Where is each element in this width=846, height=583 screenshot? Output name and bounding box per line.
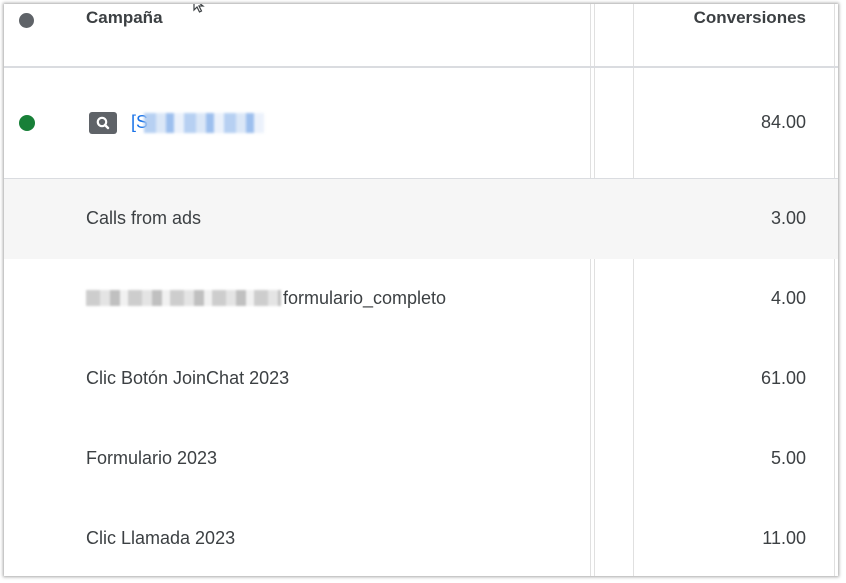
conversion-value: 61.00 (760, 368, 806, 388)
conversion-value: 11.00 (762, 528, 806, 548)
search-campaign-type-icon (89, 112, 117, 134)
conversion-action-label: formulario_completo (86, 288, 446, 309)
conversion-action-label: Clic Llamada 2023 (86, 528, 236, 548)
conversion-value: 4.00 (770, 288, 806, 308)
enabled-status-icon[interactable] (19, 115, 35, 131)
table-row: Clic Llamada 2023 11.00 (4, 499, 838, 576)
column-header-campaign[interactable]: Campaña (86, 8, 163, 28)
redacted-campaign-name (144, 113, 264, 133)
conversion-value: 5.00 (770, 448, 806, 468)
table-row-campaign (4, 68, 838, 179)
campaign-table: Campaña Conversiones [S 84.00 Calls from… (4, 4, 838, 576)
redacted-text (86, 290, 281, 306)
conversion-action-label: Formulario 2023 (86, 448, 218, 468)
conversion-value: 3.00 (770, 208, 806, 228)
search-icon (96, 116, 110, 130)
conversion-action-label: Clic Botón JoinChat 2023 (86, 368, 290, 388)
table-row: Calls from ads 3.00 (4, 179, 838, 259)
campaign-conversions-value: 84.00 (760, 112, 806, 132)
table-row: formulario_completo 4.00 (4, 259, 838, 339)
mouse-cursor-icon (193, 4, 205, 13)
status-column-icon[interactable] (19, 13, 34, 28)
table-header: Campaña Conversiones (4, 4, 838, 68)
table-row: Formulario 2023 5.00 (4, 419, 838, 499)
conversion-action-label: Calls from ads (86, 208, 202, 228)
column-header-conversions[interactable]: Conversiones (694, 8, 806, 28)
table-row: Clic Botón JoinChat 2023 61.00 (4, 339, 838, 419)
